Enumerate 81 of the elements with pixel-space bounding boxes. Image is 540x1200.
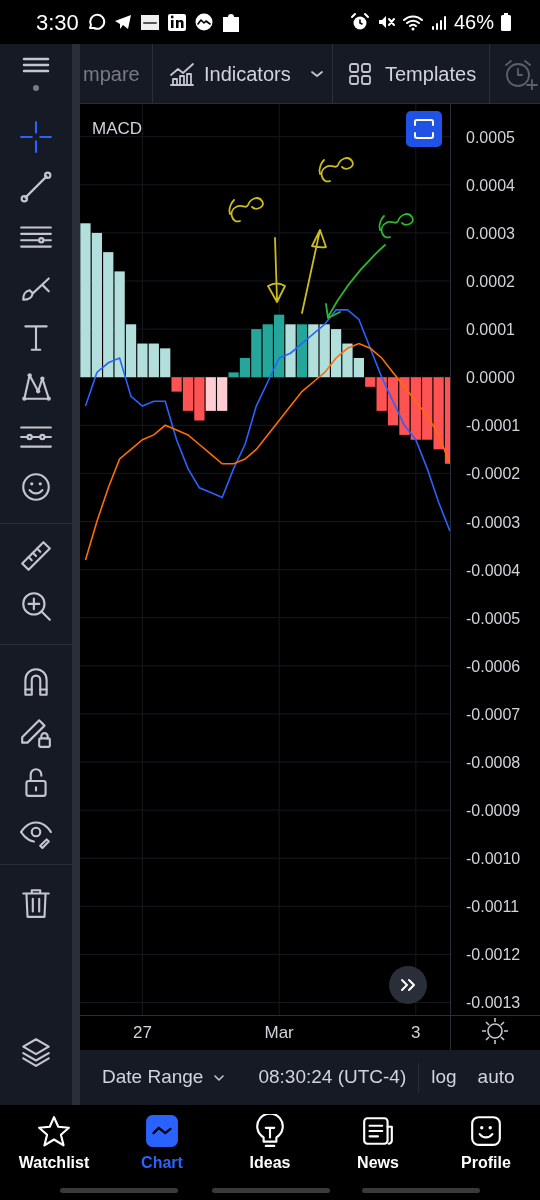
fullscreen-button[interactable] xyxy=(406,111,442,147)
price-label: -0.0001 xyxy=(466,417,521,435)
compare-button[interactable]: mpare xyxy=(80,58,140,89)
templates-button[interactable]: Templates xyxy=(333,44,490,103)
histogram-bar xyxy=(319,324,330,378)
star-icon xyxy=(37,1114,71,1148)
app-icon xyxy=(166,12,187,32)
fullscreen-icon xyxy=(413,119,435,139)
scroll-right-button[interactable] xyxy=(389,966,427,1004)
newspaper-icon xyxy=(361,1114,395,1148)
zoom-in-icon[interactable] xyxy=(19,589,53,623)
price-label: 0.0001 xyxy=(466,321,515,339)
histogram-bar xyxy=(262,324,273,378)
histogram-bar xyxy=(274,314,285,378)
price-label: 0.0005 xyxy=(466,128,515,146)
price-label: -0.0009 xyxy=(466,802,521,820)
price-label: -0.0010 xyxy=(466,850,521,868)
chevron-down-icon xyxy=(213,1073,226,1082)
nav-tab[interactable]: Chart xyxy=(108,1105,216,1200)
chart-title: MACD xyxy=(92,118,143,140)
wifi-icon xyxy=(401,12,424,32)
histogram-bar xyxy=(194,377,205,421)
app-icon xyxy=(139,12,160,32)
indicators-button[interactable]: Indicators xyxy=(153,44,333,103)
battery-icon xyxy=(500,12,512,32)
alarm-icon xyxy=(349,12,370,32)
clock-time: 3:30 xyxy=(36,8,79,37)
smiley-icon xyxy=(469,1114,503,1148)
price-label: 0.0002 xyxy=(466,273,515,290)
trend-line-icon[interactable] xyxy=(19,170,53,204)
pattern-icon[interactable] xyxy=(19,370,53,404)
date-range-button[interactable]: Date Range xyxy=(102,1063,226,1092)
nav-tab[interactable]: News xyxy=(324,1105,432,1200)
histogram-bar xyxy=(296,324,308,378)
log-button[interactable]: log xyxy=(431,1063,457,1092)
puzzle-icon xyxy=(220,11,241,33)
histogram-bar xyxy=(308,324,319,378)
ruler-icon[interactable] xyxy=(19,539,53,573)
dot-icon xyxy=(32,84,40,92)
histogram-bar xyxy=(399,377,410,435)
layers-icon[interactable] xyxy=(19,1035,53,1069)
crosshair-icon[interactable] xyxy=(19,120,53,154)
app-icon xyxy=(193,12,214,32)
chart-icon xyxy=(145,1114,179,1148)
grid-icon xyxy=(348,61,372,86)
price-label: -0.0008 xyxy=(466,754,521,771)
price-label: -0.0007 xyxy=(466,705,521,723)
price-label: -0.0013 xyxy=(466,994,521,1012)
price-label: -0.0003 xyxy=(466,513,521,531)
price-label: 0.0004 xyxy=(466,176,515,194)
time-zone-button[interactable]: 08:30:24 (UTC-4) xyxy=(258,1063,407,1092)
date-label: 3 xyxy=(411,1023,421,1042)
histogram-bar xyxy=(148,343,159,378)
date-label: Mar xyxy=(264,1023,294,1042)
histogram-bar xyxy=(330,329,342,378)
price-label: -0.0005 xyxy=(466,609,521,627)
price-label: -0.0011 xyxy=(466,898,520,916)
nav-tab[interactable]: Watchlist xyxy=(0,1105,108,1200)
double-chevron-icon xyxy=(399,977,417,993)
date-label: 27 xyxy=(132,1023,152,1042)
battery-percent: 46% xyxy=(453,10,494,35)
price-label: 0.0000 xyxy=(466,369,515,387)
alarm-add-icon[interactable] xyxy=(502,57,540,90)
nav-tab[interactable]: Ideas xyxy=(216,1105,324,1200)
chart-icon xyxy=(169,60,195,87)
trash-icon[interactable] xyxy=(19,886,53,920)
histogram-bar xyxy=(422,377,433,440)
price-label: -0.0012 xyxy=(466,946,521,964)
price-label: -0.0002 xyxy=(466,465,521,483)
settings-icon[interactable] xyxy=(481,1017,509,1045)
price-label: 0.0003 xyxy=(466,224,515,242)
chevron-down-icon xyxy=(310,68,324,79)
smiley-icon[interactable] xyxy=(19,470,53,504)
histogram-bar xyxy=(410,377,421,440)
histogram-bar xyxy=(285,324,296,378)
nav-tab[interactable]: Profile xyxy=(432,1105,540,1200)
price-label: -0.0006 xyxy=(466,657,521,675)
lightbulb-icon xyxy=(253,1114,287,1148)
auto-button[interactable]: auto xyxy=(477,1063,515,1092)
histogram-bar xyxy=(205,377,216,411)
price-label: -0.0004 xyxy=(466,561,521,579)
